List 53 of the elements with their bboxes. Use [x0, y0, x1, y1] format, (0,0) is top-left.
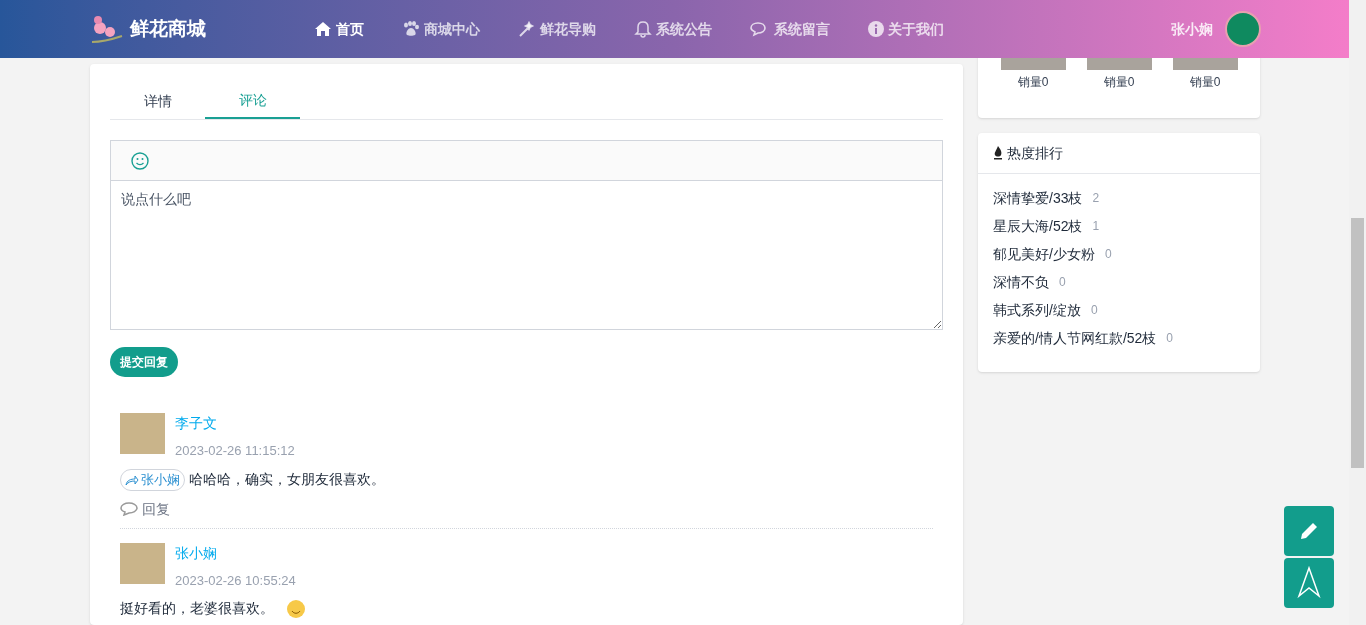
comment-editor[interactable]: 说点什么吧 [110, 140, 943, 330]
nav-link[interactable]: 商城中心 [402, 18, 480, 40]
brand-name[interactable]: 鲜花商城 [130, 14, 206, 44]
nav-link[interactable]: 关于我们 [868, 18, 944, 40]
nav-link[interactable]: 系统留言 [750, 18, 830, 40]
ranking-title: 热度排行 [1007, 143, 1063, 163]
paw-icon [402, 21, 420, 37]
submit-reply-button[interactable]: 提交回复 [110, 347, 178, 377]
sales-count: 销量0 [1103, 74, 1135, 91]
nav-link[interactable]: 鲜花导购 [518, 18, 596, 40]
comment-input[interactable]: 说点什么吧 [111, 181, 942, 329]
sales-count: 销量0 [1017, 74, 1049, 91]
ranking-count: 0 [1166, 330, 1174, 347]
info-icon [868, 21, 884, 37]
comment-author[interactable]: 李子文 [175, 413, 295, 434]
flame-icon [993, 146, 1003, 160]
wand-icon [518, 21, 536, 37]
reply-button[interactable]: 回复 [120, 498, 170, 520]
ranking-count: 0 [1059, 274, 1066, 291]
ranking-item[interactable]: 星辰大海/52枝 [993, 215, 1083, 237]
emoji-icon[interactable] [131, 151, 149, 170]
ranking-count: 1 [1092, 218, 1100, 235]
back-to-top-button[interactable] [1284, 558, 1334, 608]
nav-link[interactable]: 系统公告 [634, 18, 712, 40]
pencil-icon [1298, 520, 1320, 542]
ranking-item[interactable]: 深情挚爱/33枝 [993, 187, 1083, 209]
ranking-item[interactable]: 深情不负 [993, 271, 1049, 293]
ranking-item[interactable]: 郁见美好/少女粉 [993, 243, 1095, 265]
comment-author[interactable]: 张小娴 [175, 542, 296, 564]
user-avatar [120, 542, 165, 584]
comment-text: 挺好看的，老婆很喜欢。 [120, 599, 274, 618]
ranking-count: 0 [1090, 302, 1098, 319]
edit-button[interactable] [1284, 506, 1334, 556]
bell-icon [634, 20, 652, 38]
home-icon [314, 21, 332, 37]
share-arrow-icon [125, 473, 139, 486]
nav-link[interactable]: 首页 [314, 18, 364, 40]
comment-text: 哈哈哈，确实，女朋友很喜欢。 [189, 470, 385, 489]
avatar[interactable] [1225, 11, 1261, 47]
user-avatar [120, 413, 165, 454]
tab[interactable]: 评论 [205, 84, 300, 119]
sales-count: 销量0 [1189, 74, 1221, 91]
ranking-count: 0 [1104, 246, 1112, 263]
comment-time: 2023-02-26 11:15:12 [175, 442, 295, 460]
ranking-item[interactable]: 亲爱的/情人节网红款/52枝 [993, 327, 1157, 349]
ranking-count: 2 [1092, 190, 1100, 207]
speech-bubble-icon [120, 502, 138, 516]
arrow-up-icon [1296, 566, 1322, 600]
smile-emoji-icon [286, 598, 306, 619]
comment-time: 2023-02-26 10:55:24 [175, 571, 296, 590]
tab[interactable]: 详情 [110, 84, 205, 119]
username[interactable]: 张小娴 [1171, 18, 1213, 40]
ranking-item[interactable]: 韩式系列/绽放 [993, 299, 1081, 321]
